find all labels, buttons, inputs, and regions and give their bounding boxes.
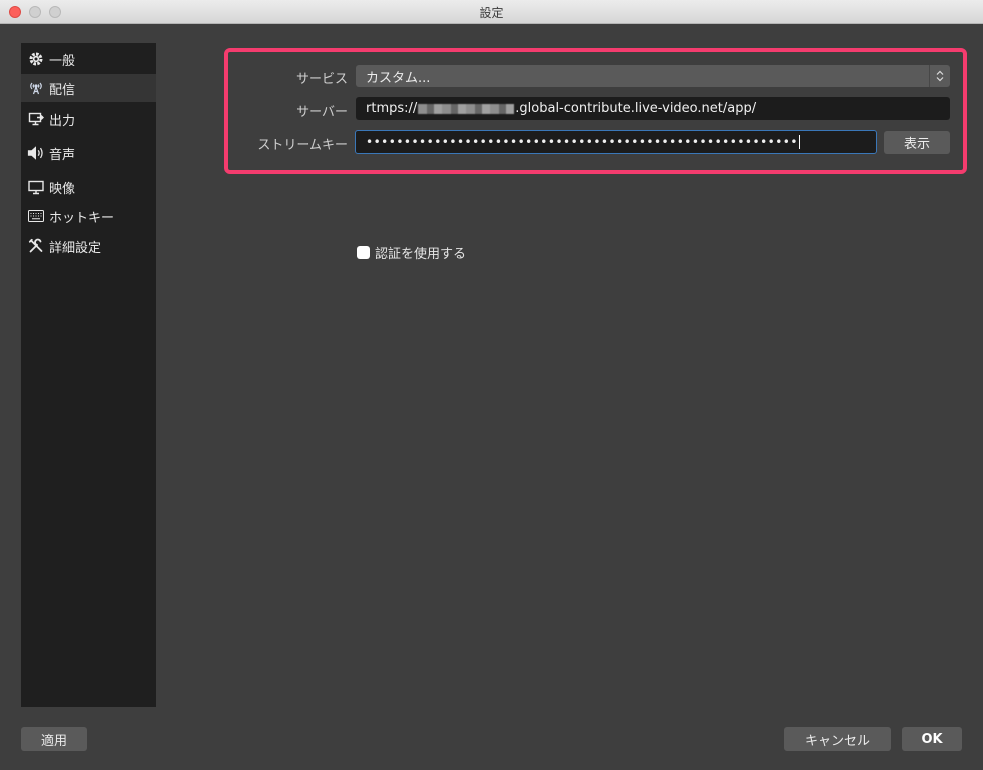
ok-button[interactable]: OK bbox=[902, 727, 962, 751]
settings-sidebar: 一般 配信 出力 音声 映像 ホットキー 詳細設定 bbox=[21, 43, 156, 707]
show-key-button[interactable]: 表示 bbox=[884, 131, 950, 154]
service-select[interactable]: カスタム... bbox=[356, 65, 950, 87]
tools-icon bbox=[27, 237, 45, 255]
use-auth-option[interactable]: 認証を使用する bbox=[357, 243, 466, 262]
redacted-server-id bbox=[418, 103, 515, 114]
service-select-value: カスタム... bbox=[366, 70, 431, 86]
server-label: サーバー bbox=[296, 105, 348, 120]
sidebar-item-label: 音声 bbox=[49, 147, 76, 163]
sidebar-item-label: 映像 bbox=[49, 181, 76, 197]
sidebar-item-label: 配信 bbox=[49, 82, 76, 98]
use-auth-checkbox[interactable] bbox=[357, 246, 370, 259]
gear-icon bbox=[27, 50, 45, 68]
select-arrows-icon bbox=[929, 65, 950, 87]
keyboard-icon bbox=[27, 207, 45, 225]
text-caret bbox=[798, 135, 800, 149]
sidebar-item-general[interactable]: 一般 bbox=[21, 45, 156, 73]
stream-key-input[interactable]: ••••••••••••••••••••••••••••••••••••••••… bbox=[355, 130, 877, 154]
apply-button[interactable]: 適用 bbox=[21, 727, 87, 751]
sidebar-item-hotkeys[interactable]: ホットキー bbox=[21, 202, 156, 230]
settings-window: 設定 一般 配信 出力 音声 映像 ホットキー 詳細設定 サービス カスタム..… bbox=[0, 0, 983, 770]
sidebar-item-label: 一般 bbox=[49, 53, 76, 69]
server-url-prefix: rtmps:// bbox=[366, 101, 418, 116]
server-input[interactable]: rtmps:// .global-contribute.live-video.ne… bbox=[356, 97, 950, 120]
window-title: 設定 bbox=[479, 6, 504, 20]
sidebar-item-label: 詳細設定 bbox=[49, 240, 102, 256]
use-auth-label: 認証を使用する bbox=[375, 247, 467, 262]
sidebar-item-audio[interactable]: 音声 bbox=[21, 139, 156, 167]
sidebar-item-video[interactable]: 映像 bbox=[21, 173, 156, 201]
monitor-icon bbox=[27, 178, 45, 196]
stream-key-masked: ••••••••••••••••••••••••••••••••••••••••… bbox=[366, 135, 798, 149]
sidebar-item-label: ホットキー bbox=[49, 210, 115, 226]
broadcast-icon bbox=[27, 79, 45, 97]
service-label: サービス bbox=[295, 72, 348, 87]
stream-key-label: ストリームキー bbox=[257, 138, 348, 153]
server-url-suffix: .global-contribute.live-video.net/app/ bbox=[515, 101, 757, 116]
sidebar-item-advanced[interactable]: 詳細設定 bbox=[21, 232, 156, 260]
output-icon bbox=[27, 110, 45, 128]
title-bar[interactable]: 設定 bbox=[0, 0, 983, 24]
sidebar-item-label: 出力 bbox=[49, 113, 76, 129]
cancel-button[interactable]: キャンセル bbox=[784, 727, 891, 751]
sidebar-item-stream[interactable]: 配信 bbox=[21, 74, 156, 102]
sidebar-item-output[interactable]: 出力 bbox=[21, 105, 156, 133]
speaker-icon bbox=[27, 144, 45, 162]
